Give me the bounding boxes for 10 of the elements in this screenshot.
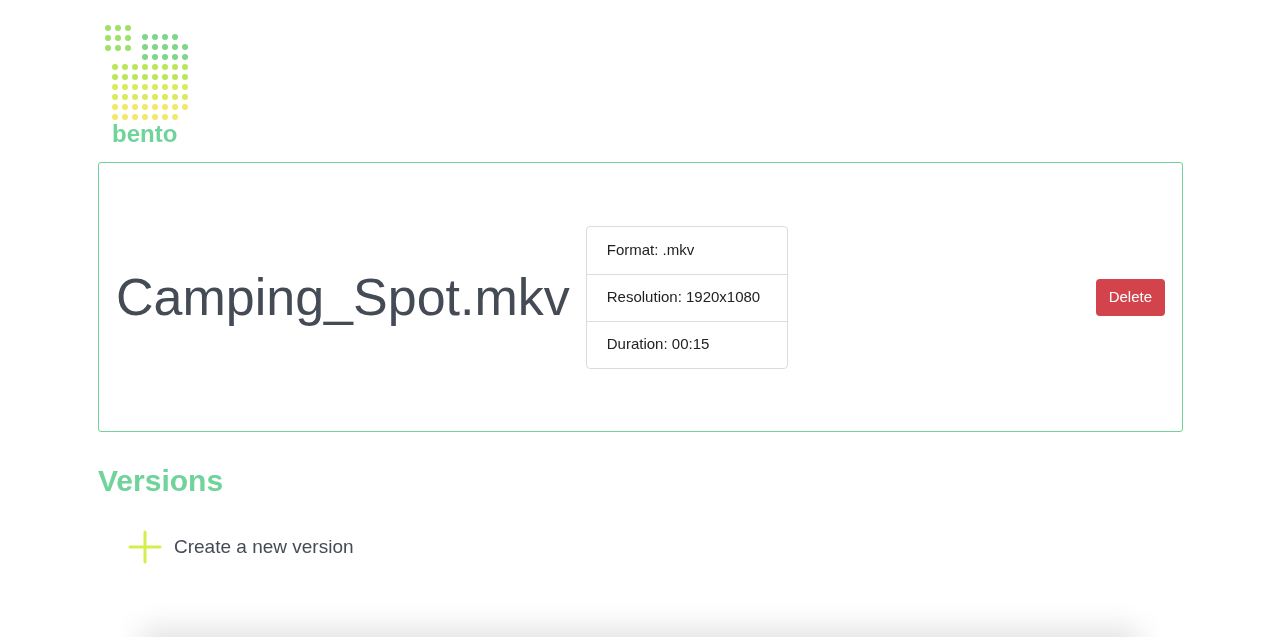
plus-icon <box>128 530 162 564</box>
create-version-button[interactable]: Create a new version <box>128 530 354 564</box>
logo-text: bento <box>112 122 178 146</box>
versions-heading: Versions <box>98 466 225 496</box>
detail-item: Resolution: 1920x1080 <box>586 273 787 321</box>
detail-item: Duration: 00:15 <box>586 320 787 368</box>
detail-item: Format: .mkv <box>605 239 696 260</box>
logo-icon <box>104 24 190 120</box>
video-title: Camping_Spot.mkv <box>116 267 570 328</box>
delete-button[interactable]: Delete <box>1095 278 1165 316</box>
